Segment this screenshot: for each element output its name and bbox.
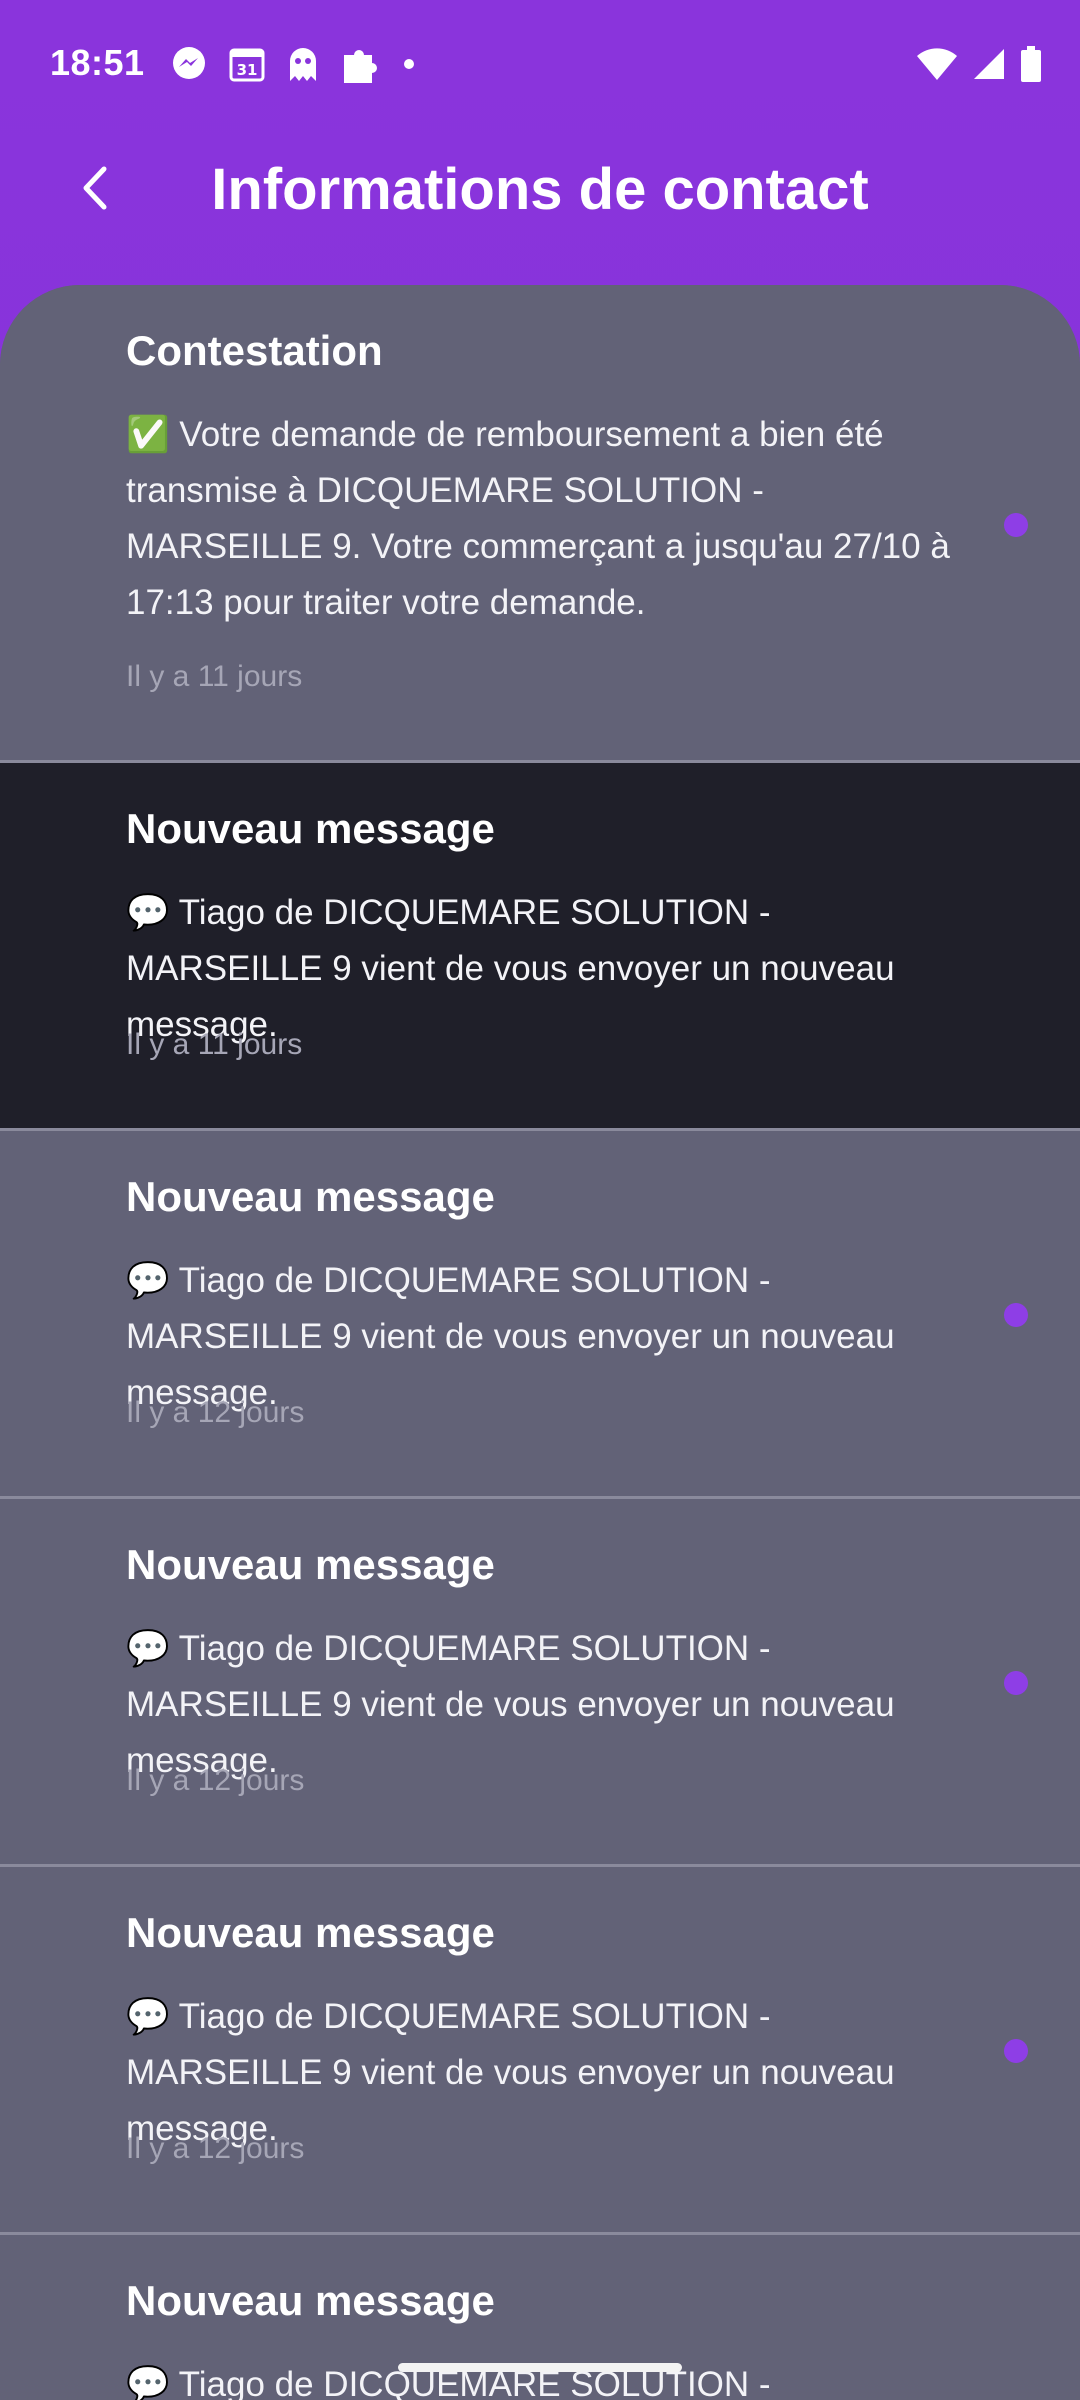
ghost-icon: [286, 44, 320, 84]
item-time: Il y a 12 jours: [126, 1764, 305, 1797]
unread-dot: [1004, 2039, 1028, 2063]
item-title: Nouveau message: [126, 2277, 495, 2324]
item-title: Contestation: [126, 327, 383, 374]
item-title: Nouveau message: [126, 1541, 495, 1588]
status-bar: 18:51 31: [0, 0, 1080, 130]
messenger-icon: [170, 44, 208, 84]
item-body: ✅ Votre demande de remboursement a bien …: [126, 415, 950, 622]
wifi-icon: [916, 44, 958, 84]
signal-icon: [972, 44, 1006, 84]
list-item[interactable]: Nouveau message 💬 Tiago de DICQUEMARE SO…: [0, 763, 1080, 1131]
notification-icons: 31: [170, 44, 416, 84]
list-item[interactable]: Nouveau message 💬 Tiago de DICQUEMARE SO…: [0, 2235, 1080, 2400]
puzzle-icon: [340, 44, 382, 84]
calendar-icon: 31: [228, 44, 266, 84]
svg-text:31: 31: [237, 61, 258, 79]
item-title: Nouveau message: [126, 1173, 495, 1220]
page-title: Informations de contact: [211, 157, 869, 222]
item-time: Il y a 11 jours: [126, 1028, 303, 1061]
home-indicator[interactable]: [398, 2363, 682, 2372]
list-item[interactable]: Nouveau message 💬 Tiago de DICQUEMARE SO…: [0, 1499, 1080, 1867]
item-time: Il y a 11 jours: [126, 660, 303, 693]
screen: 18:51 31 Informations de contact Contest…: [0, 0, 1080, 2400]
battery-icon: [1020, 44, 1042, 84]
dot-icon: [402, 44, 416, 84]
item-time: Il y a 12 jours: [126, 2132, 305, 2165]
list-item[interactable]: Nouveau message 💬 Tiago de DICQUEMARE SO…: [0, 1867, 1080, 2235]
notification-list[interactable]: Contestation ✅ Votre demande de rembours…: [0, 285, 1080, 2400]
item-title: Nouveau message: [126, 1909, 495, 1956]
item-time: Il y a 12 jours: [126, 1396, 305, 1429]
list-item[interactable]: Contestation ✅ Votre demande de rembours…: [0, 285, 1080, 763]
status-time: 18:51: [50, 42, 145, 83]
item-title: Nouveau message: [126, 805, 495, 852]
list-item[interactable]: Nouveau message 💬 Tiago de DICQUEMARE SO…: [0, 1131, 1080, 1499]
unread-dot: [1004, 513, 1028, 537]
system-icons: [916, 44, 1042, 84]
unread-dot: [1004, 1303, 1028, 1327]
app-header: Informations de contact: [0, 130, 1080, 250]
unread-dot: [1004, 1671, 1028, 1695]
